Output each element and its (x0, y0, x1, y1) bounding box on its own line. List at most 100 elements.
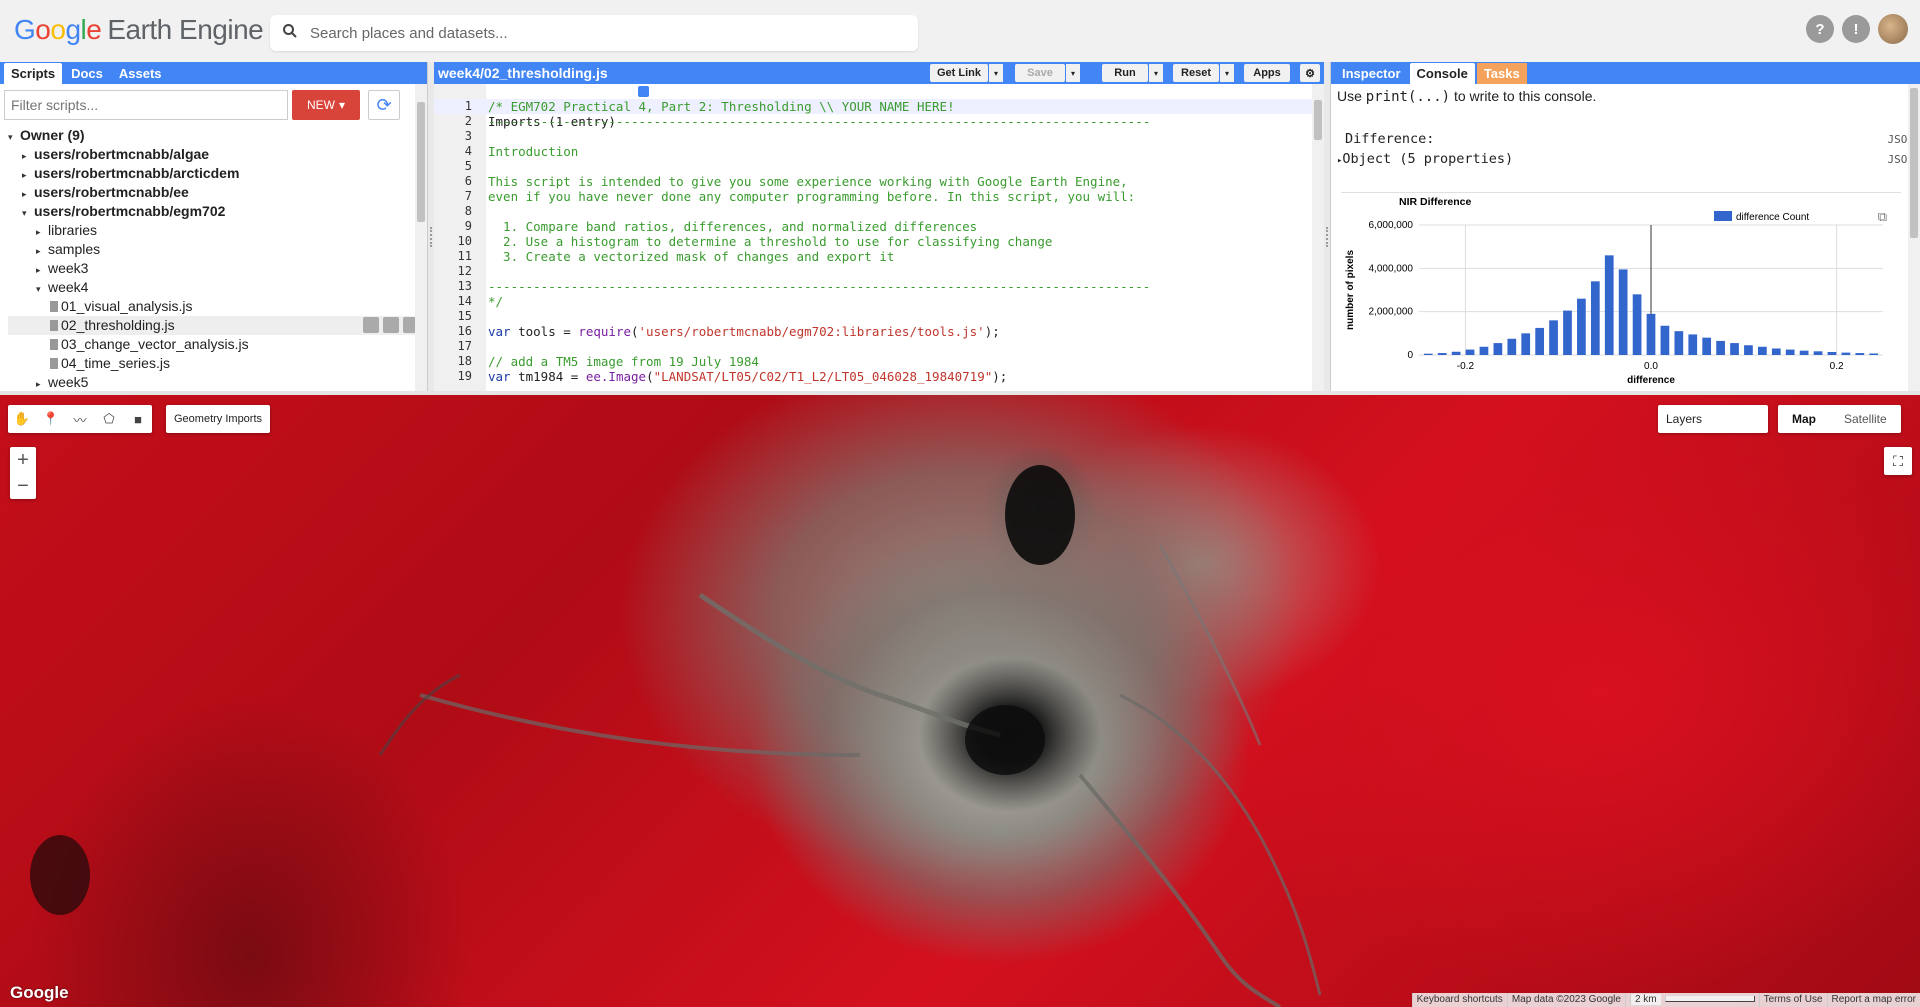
layers-button[interactable]: Layers (1658, 405, 1768, 433)
scale-bar[interactable]: 2 km (1624, 993, 1759, 1007)
pan-hand-icon[interactable]: ✋ (8, 405, 36, 433)
code-line[interactable]: 16 var tools = require('users/robertmcnab… (434, 324, 1312, 339)
code-line[interactable]: 6 This script is intended to give you som… (434, 174, 1312, 189)
keyboard-shortcuts-link[interactable]: Keyboard shortcuts (1411, 993, 1507, 1007)
code-line[interactable]: 8 (434, 204, 1312, 219)
search-bar[interactable] (270, 15, 918, 51)
line-icon[interactable]: 〰 (66, 405, 94, 433)
tree-folder-item[interactable]: ▸ week5 (8, 373, 427, 392)
help-icon[interactable]: ? (1806, 15, 1834, 43)
fullscreen-icon[interactable]: ⛶ (1884, 447, 1912, 475)
tree-folder-item[interactable]: ▾ week4 (8, 278, 427, 297)
code-line[interactable]: 5 (434, 159, 1312, 174)
tree-folder-item[interactable]: ▸ samples (8, 240, 427, 259)
code-line[interactable]: 3 (434, 129, 1312, 144)
script-file-item[interactable]: 04_time_series.js (8, 354, 427, 373)
tab-console[interactable]: Console (1409, 63, 1475, 84)
histogram-bar (1660, 325, 1670, 355)
tree-folder-item[interactable]: ▸ users/robertmcnabb/algae (8, 145, 427, 164)
scrollbar-thumb[interactable] (417, 102, 425, 222)
scripts-scrollbar[interactable] (415, 84, 427, 391)
code-line[interactable]: 9 1. Compare band ratios, differences, a… (434, 219, 1312, 234)
zoom-out-button[interactable]: − (10, 473, 36, 499)
code-line[interactable]: 18 // add a TM5 image from 19 July 1984 (434, 354, 1312, 369)
apps-button[interactable]: Apps (1244, 64, 1290, 82)
console-entry[interactable]: ▸Object (5 properties) JSON (1331, 149, 1920, 169)
tab-docs[interactable]: Docs (64, 63, 110, 84)
feedback-icon[interactable]: ! (1842, 15, 1870, 43)
code-scrollbar[interactable] (1312, 84, 1324, 391)
filter-scripts-input[interactable] (4, 90, 288, 120)
polygon-icon[interactable]: ⬠ (95, 405, 123, 433)
code-line[interactable]: 14 */ (434, 294, 1312, 309)
marker-icon[interactable]: 📍 (37, 405, 65, 433)
console-scrollbar[interactable] (1908, 84, 1920, 391)
tree-folder-item[interactable]: ▸ libraries (8, 221, 427, 240)
reset-menu-icon[interactable]: ▾ (1220, 64, 1234, 82)
refresh-icon[interactable]: ⟳ (368, 90, 400, 120)
history-icon[interactable] (363, 317, 379, 333)
histogram-bar (1437, 353, 1447, 355)
x-tick-label: -0.2 (1457, 361, 1475, 372)
histogram-bar (1465, 349, 1475, 355)
scrollbar-thumb[interactable] (1910, 88, 1918, 238)
save-menu-icon[interactable]: ▾ (1066, 64, 1080, 82)
console-entry[interactable]: Difference: JSON (1331, 129, 1920, 149)
tab-assets[interactable]: Assets (112, 63, 169, 84)
tab-scripts[interactable]: Scripts (4, 63, 63, 84)
tab-inspector[interactable]: Inspector (1335, 63, 1408, 84)
imports-info-icon[interactable] (638, 86, 649, 97)
tree-folder-item[interactable]: ▾ users/robertmcnabb/egm702 (8, 202, 427, 221)
code-line[interactable]: 17 (434, 339, 1312, 354)
code-line[interactable]: 10 2. Use a histogram to determine a thr… (434, 234, 1312, 249)
terms-link[interactable]: Terms of Use (1758, 993, 1827, 1007)
gear-icon[interactable]: ⚙ (1300, 64, 1320, 82)
report-error-link[interactable]: Report a map error (1826, 993, 1920, 1007)
new-button[interactable]: NEW ▾ (292, 90, 360, 120)
geometry-imports-button[interactable]: Geometry Imports (166, 405, 271, 433)
rectangle-icon[interactable]: ■ (124, 405, 152, 433)
edit-icon[interactable] (383, 317, 399, 333)
script-file-item[interactable]: 01_visual_analysis.js (8, 297, 427, 316)
map-type-satellite[interactable]: Satellite (1830, 405, 1901, 433)
y-tick-label: 6,000,000 (1369, 220, 1414, 231)
get-link-button[interactable]: Get Link (930, 64, 988, 82)
code-line[interactable]: 7 even if you have never done any compute… (434, 189, 1312, 204)
reset-button[interactable]: Reset (1173, 64, 1219, 82)
tree-folder-item[interactable]: ▸ users/robertmcnabb/arcticdem (8, 164, 427, 183)
tree-folder-item[interactable]: ▸ users/robertmcnabb/ee (8, 183, 427, 202)
run-menu-icon[interactable]: ▾ (1149, 64, 1163, 82)
code-line[interactable]: 2 ---------------------------------------… (434, 114, 1312, 129)
get-link-menu-icon[interactable]: ▾ (989, 64, 1003, 82)
code-line[interactable]: 11 3. Create a vectorized mask of change… (434, 249, 1312, 264)
map-type-map[interactable]: Map (1778, 405, 1830, 433)
tree-folder-item[interactable]: ▾ Owner (9) (8, 126, 427, 145)
save-button[interactable]: Save (1015, 64, 1065, 82)
code-body[interactable]: ▸ Imports (1 entry) 1 /* EGM702 Practical… (434, 84, 1312, 391)
code-text: ----------------------------------------… (488, 114, 1151, 129)
zoom-in-button[interactable]: + (10, 447, 36, 473)
code-line[interactable]: 4 Introduction (434, 144, 1312, 159)
line-number: 14 (457, 294, 472, 308)
map-view[interactable]: ✋ 📍 〰 ⬠ ■ Geometry Imports + − Layers Ma… (0, 395, 1920, 1007)
code-line[interactable]: 13 --------------------------------------… (434, 279, 1312, 294)
histogram-bar (1758, 346, 1767, 355)
imports-line[interactable]: ▸ Imports (1 entry) (434, 84, 1312, 129)
search-input[interactable] (310, 24, 890, 42)
code-line[interactable]: 1 /* EGM702 Practical 4, Part 2: Threshol… (434, 99, 1312, 114)
code-line[interactable]: 15 (434, 309, 1312, 324)
open-new-window-icon[interactable]: ⧉ (1878, 209, 1887, 225)
script-file-item[interactable]: 02_thresholding.js (8, 316, 427, 335)
code-line[interactable]: 19 var tm1984 = ee.Image("LANDSAT/LT05/C0… (434, 369, 1312, 384)
histogram-bar (1632, 294, 1642, 355)
avatar[interactable] (1878, 14, 1908, 44)
earth-engine-logo[interactable]: Google Earth Engine (14, 14, 264, 46)
tab-tasks[interactable]: Tasks (1476, 63, 1527, 84)
code-line[interactable]: 12 (434, 264, 1312, 279)
script-file-item[interactable]: 03_change_vector_analysis.js (8, 335, 427, 354)
scrollbar-thumb[interactable] (1314, 100, 1322, 140)
code-lines: 1 /* EGM702 Practical 4, Part 2: Threshol… (434, 99, 1312, 384)
code-text: Introduction (488, 144, 579, 159)
tree-folder-item[interactable]: ▸ week3 (8, 259, 427, 278)
run-button[interactable]: Run (1102, 64, 1148, 82)
